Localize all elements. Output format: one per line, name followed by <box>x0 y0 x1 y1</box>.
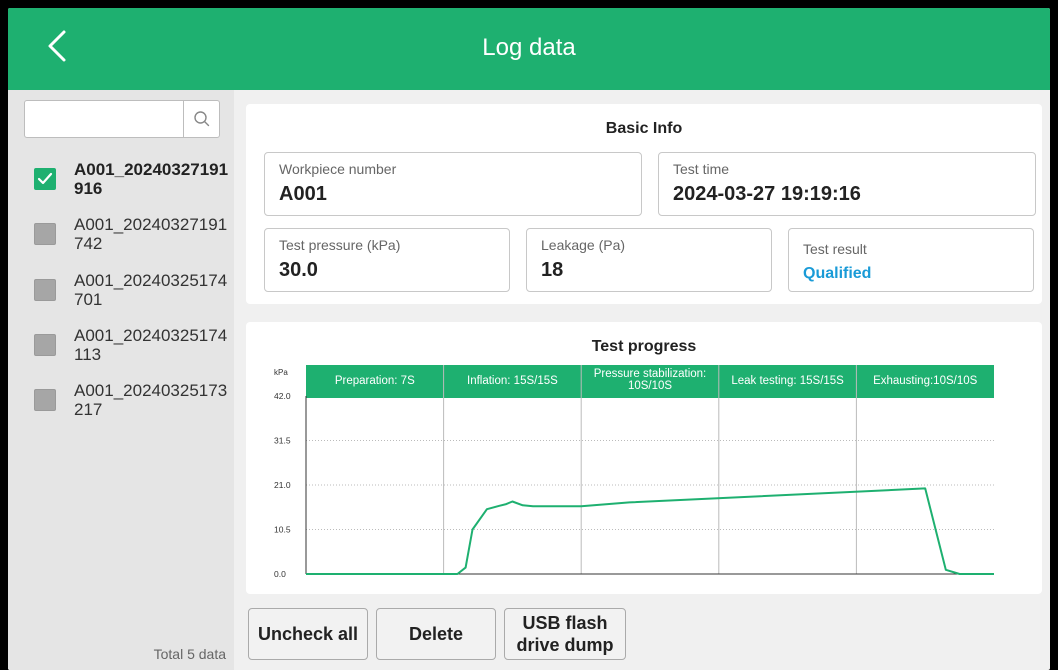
search-button[interactable] <box>183 101 219 137</box>
status-badge: Qualified <box>803 265 872 282</box>
field-label: Workpiece number <box>279 161 397 177</box>
test-pressure-field: Test pressure (kPa) 30.0 <box>264 228 510 292</box>
list-item[interactable]: A001_20240327191742 <box>34 215 234 267</box>
workpiece-number-field: Workpiece number A001 <box>264 152 642 216</box>
phase-label: Exhausting:10S/10S <box>873 375 978 387</box>
field-value: A001 <box>279 183 327 205</box>
sidebar: A001_20240327191916 A001_20240327191742 … <box>8 90 234 670</box>
delete-button[interactable]: Delete <box>376 608 496 660</box>
usb-dump-button[interactable]: USB flash drive dump <box>504 608 626 660</box>
list-item-label: A001_20240327191742 <box>74 215 228 253</box>
y-tick-label: 21.0 <box>274 480 291 490</box>
y-tick-label: 31.5 <box>274 436 291 446</box>
basic-info-title: Basic Info <box>605 120 683 137</box>
checkbox[interactable] <box>34 334 56 356</box>
uncheck-all-button[interactable]: Uncheck all <box>248 608 368 660</box>
field-value: 30.0 <box>279 259 318 281</box>
y-tick-label: 10.5 <box>274 525 291 535</box>
list-item-label: A001_20240325174113 <box>74 326 228 364</box>
y-tick-label: 0.0 <box>274 569 286 579</box>
usb-dump-label-line2: drive dump <box>516 635 614 655</box>
phase-label: Inflation: 15S/15S <box>467 375 558 387</box>
checkmark-icon <box>37 172 53 185</box>
checkbox[interactable] <box>34 279 56 301</box>
y-axis-unit: kPa <box>274 368 288 377</box>
page-title: Log data <box>482 34 576 61</box>
checkbox[interactable] <box>34 223 56 245</box>
checkbox-checked[interactable] <box>34 168 56 190</box>
y-tick-label: 42.0 <box>274 391 291 401</box>
pressure-series-line <box>306 487 994 575</box>
list-item-label: A001_20240325173217 <box>74 381 228 419</box>
phase-label: Preparation: 7S <box>335 375 415 387</box>
field-value: 18 <box>541 259 564 281</box>
list-item[interactable]: A001_20240325174701 <box>34 271 234 323</box>
test-progress-panel: Test progress kPa 42.0 31.5 21.0 10.5 0.0 Prep… <box>246 322 1042 594</box>
list-item-label: A001_20240327191916 <box>74 160 229 198</box>
list-item[interactable]: A001_20240325174113 <box>34 326 234 378</box>
total-count: Total 5 data <box>153 646 226 662</box>
test-time-field: Test time 2024-03-27 19:19:16 <box>658 152 1036 216</box>
phase-label: Leak testing: 15S/15S <box>731 375 844 387</box>
search-icon <box>193 111 209 127</box>
search-box <box>24 100 220 138</box>
app-window: Log data A001_20240327191916 A001_202403… <box>8 8 1050 670</box>
field-label: Leakage (Pa) <box>541 237 626 253</box>
test-result-field: Test result Qualified <box>788 228 1034 292</box>
usb-dump-label-line1: USB flash <box>522 613 608 633</box>
leakage-field: Leakage (Pa) 18 <box>526 228 772 292</box>
top-bar: Log data <box>8 8 1050 90</box>
list-item[interactable]: A001_20240325173217 <box>34 381 234 433</box>
field-label: Test result <box>803 241 867 257</box>
field-value: 2024-03-27 19:19:16 <box>673 183 861 205</box>
checkbox[interactable] <box>34 389 56 411</box>
field-label: Test time <box>673 161 730 177</box>
list-item-label: A001_20240325174701 <box>74 271 228 309</box>
search-input[interactable] <box>25 101 183 137</box>
list-item[interactable]: A001_20240327191916 <box>34 160 234 212</box>
progress-chart: kPa 42.0 31.5 21.0 10.5 0.0 Preparation: 7S Inf… <box>274 365 994 579</box>
field-label: Test pressure (kPa) <box>279 237 401 253</box>
basic-info-panel: Basic Info Workpiece number A001 Test ti… <box>246 104 1042 304</box>
